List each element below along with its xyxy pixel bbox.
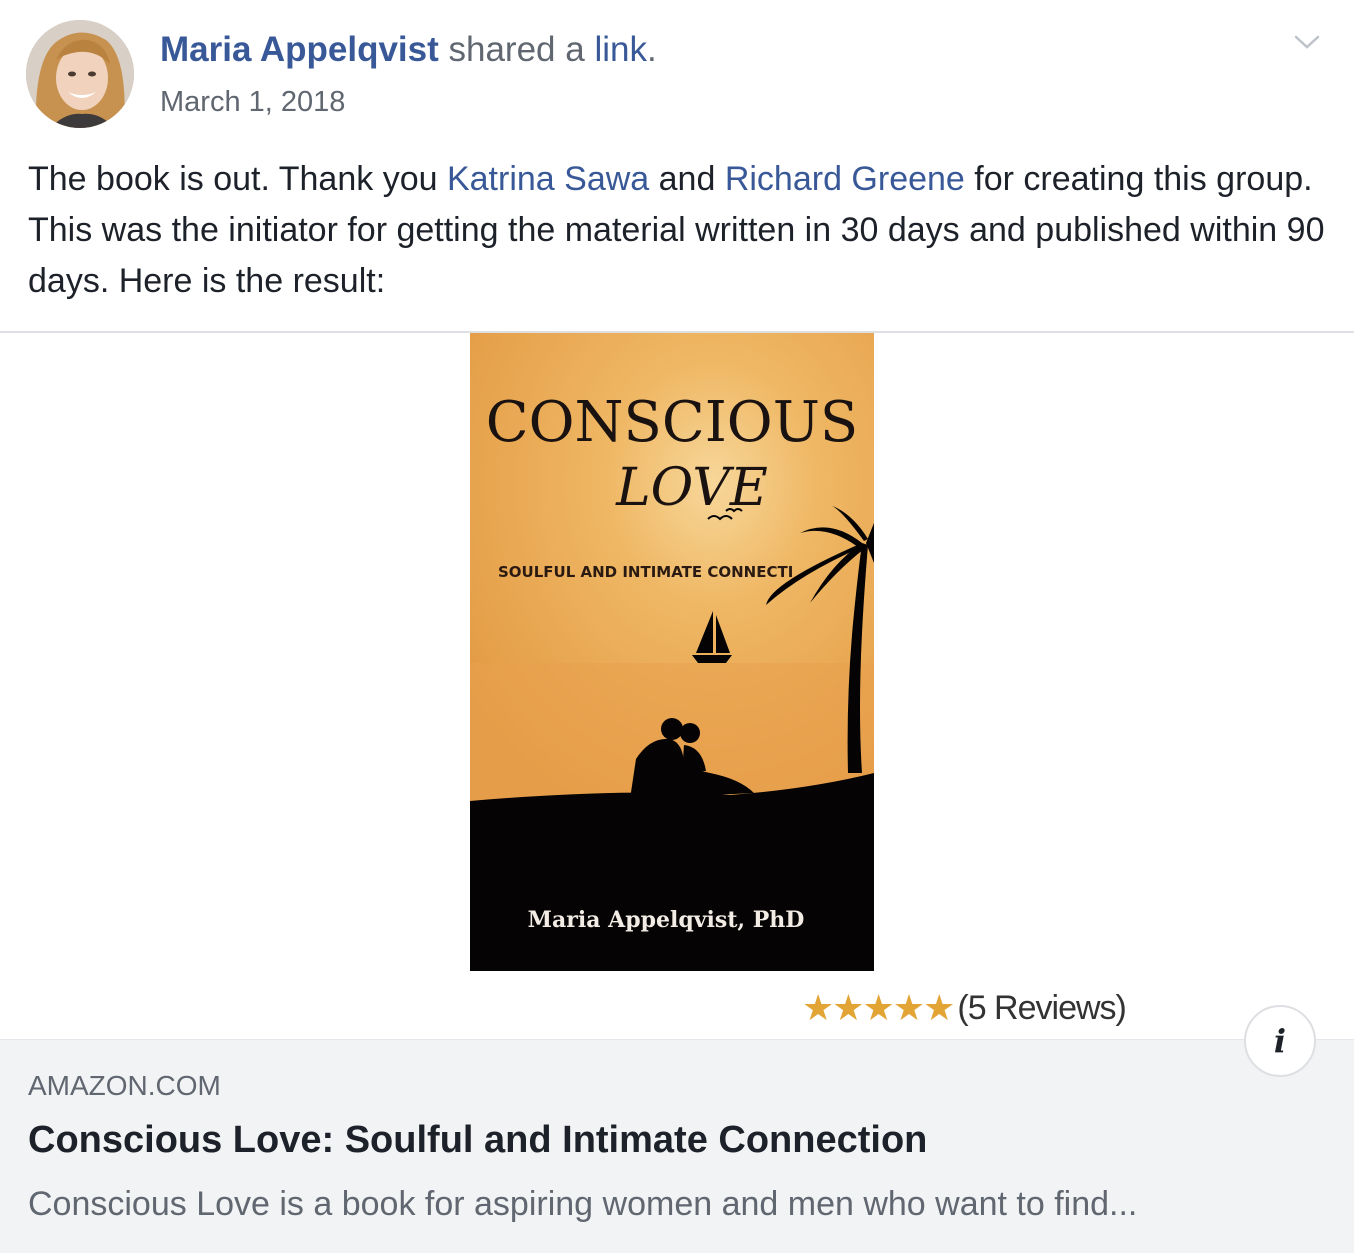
preview-title[interactable]: Conscious Love: Soulful and Intimate Con… xyxy=(28,1116,927,1164)
post-message: The book is out. Thank you Katrina Sawa … xyxy=(28,154,1328,307)
message-text: The book is out. Thank you xyxy=(28,160,447,198)
preview-description: Conscious Love is a book for aspiring wo… xyxy=(28,1185,1138,1223)
link-image-area[interactable]: CONSCIOUS LOVE SOULFUL AND INTIMATE CONN… xyxy=(0,333,1354,1039)
preview-domain: AMAZON.COM xyxy=(28,1070,221,1101)
period-text: . xyxy=(646,30,657,69)
feed-post: Maria Appelqvist shared a link. March 1,… xyxy=(0,0,1354,1253)
chevron-down-icon[interactable] xyxy=(1290,28,1324,56)
reviews-count: (5 Reviews) xyxy=(957,988,1126,1027)
rating: ★★★★★ (5 Reviews) xyxy=(802,985,1127,1031)
post-date[interactable]: March 1, 2018 xyxy=(160,82,345,122)
info-icon[interactable]: i xyxy=(1244,1005,1316,1077)
book-author: Maria Appelqvist, PhD xyxy=(528,907,805,933)
author-avatar[interactable] xyxy=(26,20,134,128)
mention-link[interactable]: Richard Greene xyxy=(725,160,965,198)
link-preview[interactable]: AMAZON.COM Conscious Love: Soulful and I… xyxy=(0,1039,1354,1253)
book-subtitle: SOULFUL AND INTIMATE CONNECTI xyxy=(498,563,793,581)
book-cover-image[interactable]: CONSCIOUS LOVE SOULFUL AND INTIMATE CONN… xyxy=(470,333,874,971)
shared-text: shared a xyxy=(438,30,595,69)
author-name-link[interactable]: Maria Appelqvist xyxy=(160,30,439,69)
mention-link[interactable]: Katrina Sawa xyxy=(447,160,649,198)
book-title-line2: LOVE xyxy=(615,458,768,518)
post-header: Maria Appelqvist shared a link. xyxy=(160,28,657,72)
message-text: and xyxy=(649,160,725,198)
info-glyph: i xyxy=(1273,1022,1287,1060)
shared-link[interactable]: link xyxy=(594,30,647,69)
book-title-line1: CONSCIOUS xyxy=(486,390,859,455)
star-rating-icon: ★★★★★ xyxy=(802,987,955,1028)
